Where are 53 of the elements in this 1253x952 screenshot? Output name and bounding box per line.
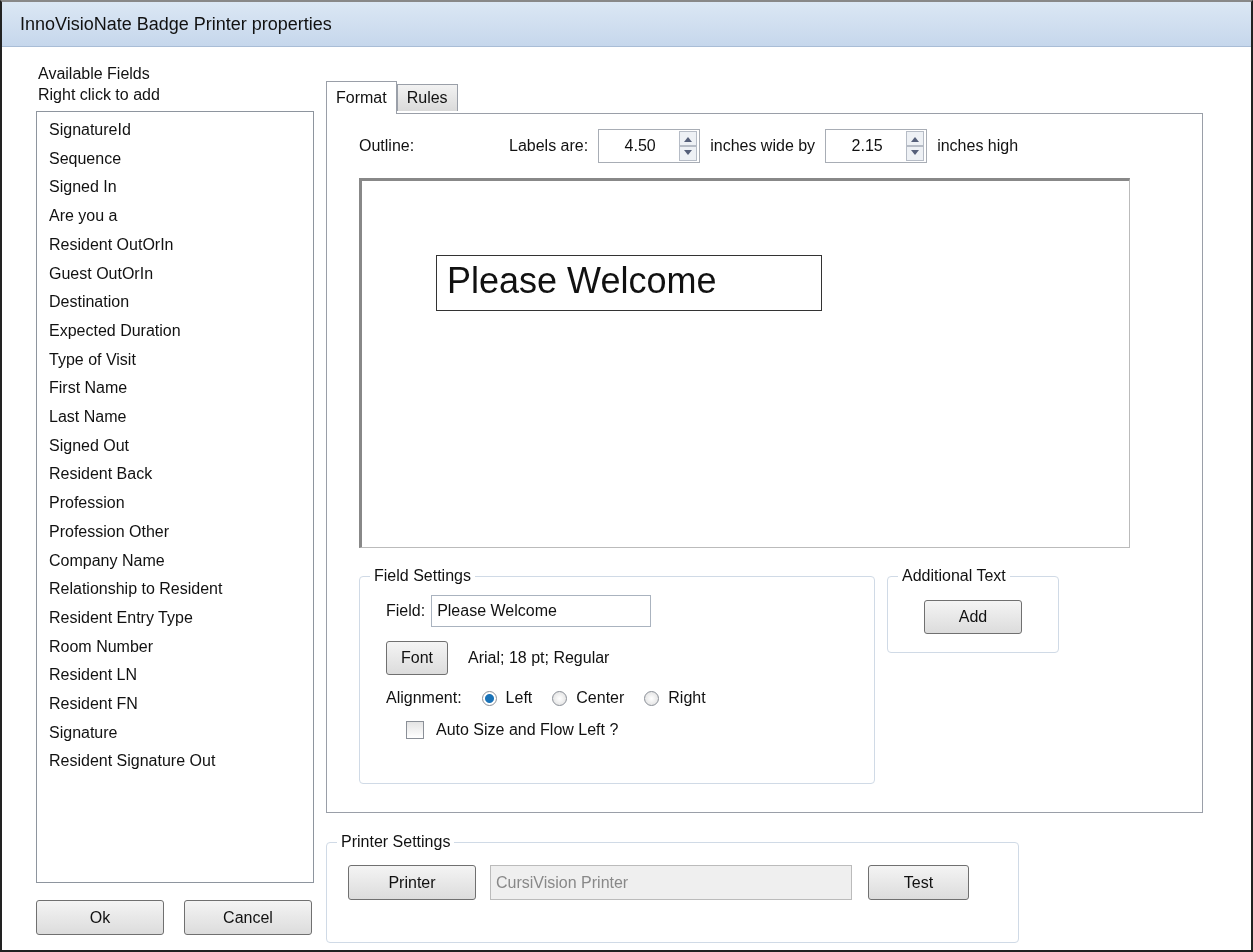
field-item[interactable]: Last Name — [49, 403, 301, 432]
field-input[interactable]: Please Welcome — [431, 595, 652, 627]
field-item[interactable]: Profession Other — [49, 517, 301, 547]
window-title: InnoVisioNate Badge Printer properties — [20, 13, 332, 35]
width-spinner[interactable]: 4.50 — [598, 129, 701, 163]
add-button[interactable]: Add — [924, 600, 1022, 634]
radio-button[interactable]: Center — [552, 689, 625, 707]
labels-label: Labels are: — [509, 137, 589, 155]
field-item[interactable]: Signature — [49, 718, 301, 748]
field-item[interactable]: Destination — [49, 288, 301, 317]
field-item[interactable]: Type of Visit — [49, 345, 301, 375]
field-item[interactable]: First Name — [49, 374, 301, 404]
field-item[interactable]: Resident Signature Out — [49, 747, 301, 777]
radio-button[interactable]: Right — [644, 689, 706, 707]
alignment-label: Alignment: — [386, 689, 462, 707]
spinner-arrows-icon[interactable] — [679, 131, 698, 161]
spinner-arrows-icon[interactable] — [906, 131, 925, 161]
width-unit: inches wide by — [710, 137, 816, 155]
field-item[interactable]: Resident LN — [49, 661, 301, 691]
field-item[interactable]: Are you a — [49, 202, 301, 231]
height-unit: inches high — [937, 137, 1019, 155]
group-title: Printer Settings — [337, 832, 455, 852]
outline-label: Outline: — [359, 137, 416, 155]
group-title: Field Settings — [370, 566, 475, 586]
field-item[interactable]: Relationship to Resident — [49, 575, 301, 604]
font-description: Arial; 18 pt; Regular — [468, 649, 610, 667]
field-item[interactable]: Sequence — [49, 144, 301, 174]
list-hint: Right click to add — [37, 85, 161, 105]
field-item[interactable]: Profession — [49, 489, 301, 518]
font-button[interactable]: Font — [386, 641, 448, 675]
field-item[interactable]: Signed In — [49, 173, 301, 203]
checkbox[interactable]: Auto Size and Flow Left ? — [406, 721, 619, 739]
radio-button[interactable]: Left — [481, 689, 533, 707]
tab[interactable]: Format — [326, 81, 397, 114]
field-item[interactable]: Company Name — [49, 546, 301, 576]
field-item[interactable]: Signed Out — [49, 431, 301, 461]
tab[interactable]: Rules — [396, 84, 458, 111]
field-item[interactable]: Expected Duration — [49, 316, 301, 346]
field-item[interactable]: SignatureId — [49, 116, 301, 145]
list-heading: Available Fields — [37, 64, 151, 84]
test-button[interactable]: Test — [868, 865, 969, 900]
field-item[interactable]: Guest OutOrIn — [49, 259, 301, 289]
field-item[interactable]: Resident Entry Type — [49, 603, 301, 633]
dialog-button[interactable]: Ok — [36, 900, 164, 935]
field-label: Field: — [386, 602, 426, 620]
field-item[interactable]: Resident FN — [49, 690, 301, 719]
field-item[interactable]: Resident Back — [49, 460, 301, 490]
label-text-item[interactable]: Please Welcome — [436, 255, 822, 311]
dialog-button[interactable]: Cancel — [184, 900, 312, 935]
height-spinner[interactable]: 2.15 — [825, 129, 928, 163]
field-item[interactable]: Resident OutOrIn — [49, 230, 301, 260]
printer-button[interactable]: Printer — [348, 865, 476, 900]
field-item[interactable]: Room Number — [49, 632, 301, 662]
